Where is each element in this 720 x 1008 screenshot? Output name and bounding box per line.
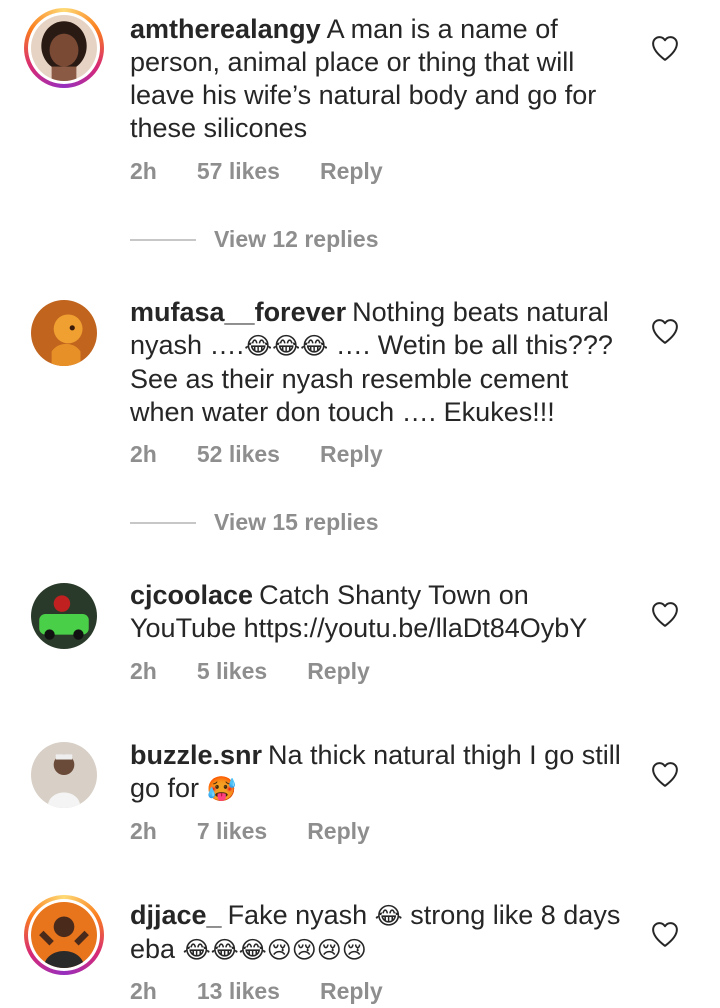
avatar[interactable]	[24, 8, 104, 88]
comment-text: Fake nyash	[227, 900, 368, 930]
view-replies-label: View 15 replies	[214, 509, 379, 535]
comment-body: buzzle.snr Na thick natural thigh I go st…	[130, 739, 630, 806]
reply-button[interactable]: Reply	[320, 158, 383, 185]
avatar-photo-icon	[31, 902, 97, 968]
comment-body: amtherealangy A man is a name of person, …	[130, 13, 630, 145]
replies-divider	[130, 521, 196, 524]
comment-time: 2h	[130, 658, 157, 684]
view-replies-button[interactable]: View 15 replies	[130, 509, 379, 536]
comment-body: cjcoolace Catch Shanty Town on YouTube ht…	[130, 579, 630, 645]
heart-outline-icon[interactable]	[650, 34, 680, 62]
comment-meta: 2h 52 likes Reply	[130, 441, 423, 468]
comment-likes[interactable]: 7 likes	[197, 818, 267, 845]
heart-outline-icon[interactable]	[650, 317, 680, 345]
replies-divider	[130, 238, 196, 241]
avatar-photo-icon	[31, 300, 97, 366]
emoji: 😂	[374, 903, 403, 930]
comment-likes[interactable]: 13 likes	[197, 978, 280, 1005]
heart-outline-icon[interactable]	[650, 920, 680, 948]
avatar[interactable]	[24, 293, 104, 373]
comment-likes[interactable]: 5 likes	[197, 658, 267, 685]
reply-button[interactable]: Reply	[320, 441, 383, 468]
reply-button[interactable]: Reply	[307, 658, 370, 685]
heart-outline-icon[interactable]	[650, 600, 680, 628]
comment-username[interactable]: mufasa__forever	[130, 297, 346, 327]
avatar[interactable]	[24, 576, 104, 656]
reply-button[interactable]: Reply	[320, 978, 383, 1005]
comment-likes[interactable]: 57 likes	[197, 158, 280, 185]
comment-username[interactable]: amtherealangy	[130, 14, 321, 44]
emoji: 🥵	[206, 776, 237, 803]
comment-time: 2h	[130, 978, 157, 1004]
comment-time: 2h	[130, 158, 157, 184]
comment-meta: 2h 57 likes Reply	[130, 158, 423, 185]
comment-likes[interactable]: 52 likes	[197, 441, 280, 468]
emoji: 😂😂😂😢😢😢😢	[182, 937, 367, 964]
heart-outline-icon[interactable]	[650, 760, 680, 788]
emoji: 😂😂😂	[244, 333, 329, 360]
comment-body: djjace_ Fake nyash 😂 strong like 8 days e…	[130, 899, 630, 967]
avatar-photo-icon	[31, 583, 97, 649]
comment-time: 2h	[130, 818, 157, 844]
avatar[interactable]	[24, 735, 104, 815]
avatar-photo-icon	[31, 742, 97, 808]
comment-body: mufasa__forever Nothing beats natural nya…	[130, 296, 630, 429]
avatar[interactable]	[24, 895, 104, 975]
comment-meta: 2h 7 likes Reply	[130, 818, 410, 845]
comment-username[interactable]: djjace_	[130, 900, 222, 930]
view-replies-label: View 12 replies	[214, 226, 379, 252]
comment-meta: 2h 5 likes Reply	[130, 658, 410, 685]
comment-time: 2h	[130, 441, 157, 467]
comment-username[interactable]: cjcoolace	[130, 580, 253, 610]
reply-button[interactable]: Reply	[307, 818, 370, 845]
view-replies-button[interactable]: View 12 replies	[130, 226, 379, 253]
comment-meta: 2h 13 likes Reply	[130, 978, 423, 1005]
comment-username[interactable]: buzzle.snr	[130, 740, 262, 770]
avatar-photo-icon	[31, 15, 97, 81]
